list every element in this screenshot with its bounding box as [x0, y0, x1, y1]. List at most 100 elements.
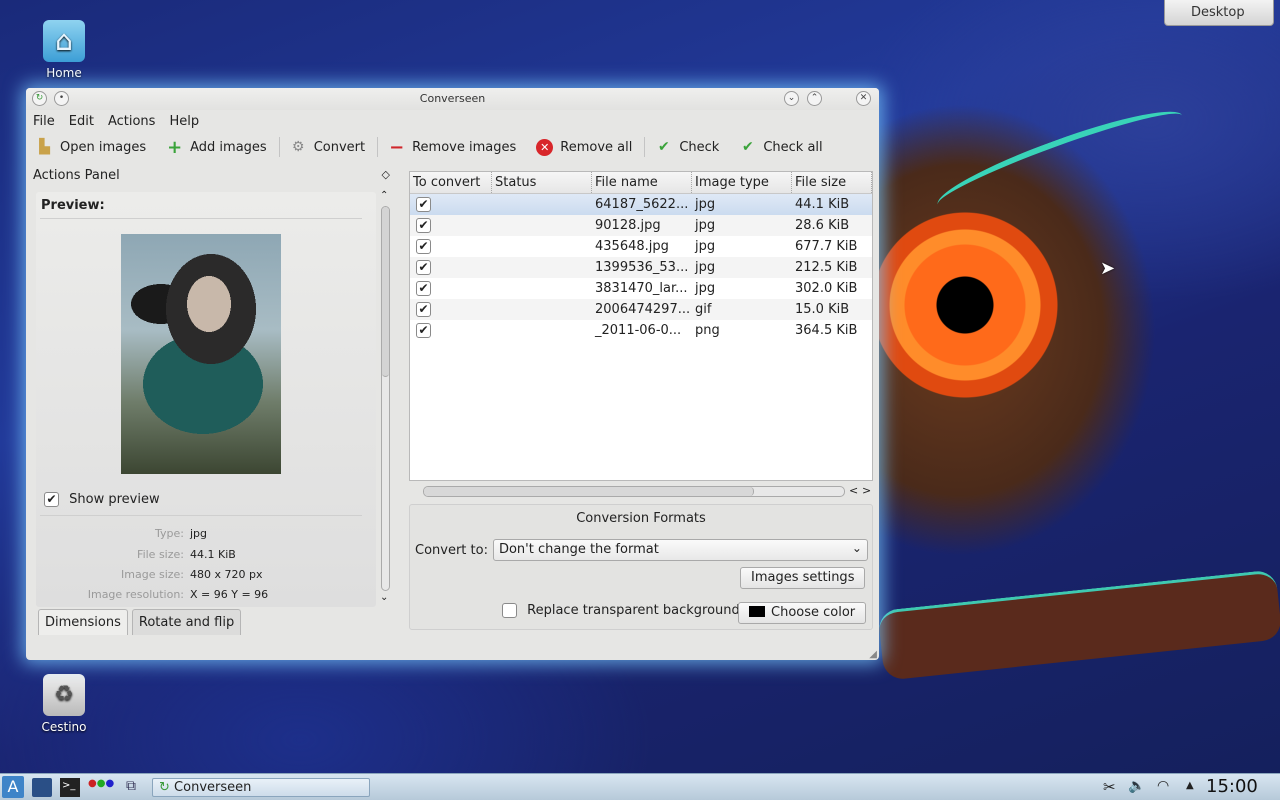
col-status[interactable]: Status — [492, 172, 592, 193]
col-to-convert[interactable]: To convert — [410, 172, 492, 193]
remove-images-button[interactable]: − Remove images — [388, 136, 517, 158]
show-preview-label: Show preview — [69, 492, 160, 507]
row-checkbox[interactable]: ✔ — [416, 218, 431, 233]
col-image-type[interactable]: Image type — [692, 172, 792, 193]
row-checkbox[interactable]: ✔ — [416, 323, 431, 338]
conversion-formats-title: Conversion Formats — [576, 511, 706, 526]
desktop-toolbox-button[interactable]: Desktop — [1164, 0, 1274, 26]
toolbar-separator — [377, 137, 379, 157]
row-checkbox[interactable]: ✔ — [416, 281, 431, 296]
app-launcher-icon[interactable]: A — [2, 776, 24, 798]
preview-label: Preview: — [41, 198, 105, 213]
convert-to-select[interactable]: Don't change the format ⌄ — [492, 539, 868, 561]
row-file-size: 364.5 KiB — [795, 323, 858, 338]
row-checkbox[interactable]: ✔ — [416, 260, 431, 275]
col-file-size[interactable]: File size — [792, 172, 872, 193]
taskbar-task-converseen[interactable]: ↻ Converseen — [152, 778, 370, 797]
table-row[interactable]: ✔ 435648.jpg jpg 677.7 KiB — [410, 236, 872, 257]
pager-icon[interactable]: ●●● — [88, 778, 114, 797]
menu-edit[interactable]: Edit — [69, 114, 94, 129]
converseen-window: ↻ • Converseen ⌄ ⌃ ✕ File Edit Actions H… — [26, 88, 879, 660]
choose-color-label: Choose color — [771, 605, 856, 620]
checkmark-icon: ✔ — [657, 138, 670, 155]
convert-button[interactable]: ⚙ Convert — [290, 139, 365, 156]
row-checkbox[interactable]: ✔ — [416, 239, 431, 254]
app-icon: ↻ — [159, 780, 170, 795]
window-titlebar[interactable]: ↻ • Converseen ⌄ ⌃ ✕ — [26, 88, 879, 110]
desktop-icon-trash[interactable]: Cestino — [29, 674, 99, 734]
chevron-down-icon: ⌄ — [851, 541, 862, 555]
panel-float-icon[interactable]: ◇ — [382, 168, 390, 181]
minus-icon: − — [389, 136, 405, 158]
menubar: File Edit Actions Help — [26, 110, 879, 132]
close-icon[interactable]: ✕ — [856, 91, 871, 106]
clock[interactable]: 15:00 — [1206, 776, 1258, 797]
scroll-left-icon[interactable]: < — [849, 484, 858, 497]
table-row[interactable]: ✔ 3831470_lar... jpg 302.0 KiB — [410, 278, 872, 299]
row-checkbox[interactable]: ✔ — [416, 302, 431, 317]
row-image-type: jpg — [695, 197, 716, 212]
file-list: To convert Status File name Image type F… — [409, 171, 873, 481]
minimize-icon[interactable]: ⌄ — [784, 91, 799, 106]
desktop-switch-icon[interactable] — [32, 778, 52, 797]
add-images-button[interactable]: + Add images — [166, 138, 267, 156]
table-row[interactable]: ✔ 64187_5622... jpg 44.1 KiB — [410, 194, 872, 215]
menu-help[interactable]: Help — [169, 114, 199, 129]
panel-scrollbar[interactable]: ⌃ ⌄ — [378, 190, 392, 607]
row-checkbox[interactable]: ✔ — [416, 197, 431, 212]
table-row[interactable]: ✔ 1399536_53... jpg 212.5 KiB — [410, 257, 872, 278]
scroll-up-icon[interactable]: ⌃ — [380, 190, 388, 201]
open-images-button[interactable]: ▙ Open images — [36, 139, 146, 156]
file-list-hscrollbar[interactable]: < > — [409, 484, 873, 498]
scroll-right-icon[interactable]: > — [862, 484, 871, 497]
resize-grip-icon[interactable]: ◢ — [869, 649, 877, 660]
wifi-icon[interactable]: ◠ — [1157, 778, 1169, 797]
row-image-type: gif — [695, 302, 712, 317]
preview-image — [121, 234, 281, 474]
table-row[interactable]: ✔ _2011-06-0... png 364.5 KiB — [410, 320, 872, 341]
row-file-size: 44.1 KiB — [795, 197, 850, 212]
scrollbar-thumb[interactable] — [424, 487, 754, 496]
add-images-label: Add images — [190, 139, 267, 155]
desktop-icon-home[interactable]: Home — [29, 20, 99, 80]
row-image-type: jpg — [695, 239, 716, 254]
row-file-size: 677.7 KiB — [795, 239, 858, 254]
convert-to-row: Convert to: Don't change the format ⌄ — [415, 539, 868, 561]
terminal-icon[interactable]: >_ — [60, 778, 80, 797]
images-settings-button[interactable]: Images settings — [740, 567, 866, 589]
remove-all-button[interactable]: ✕ Remove all — [536, 138, 632, 156]
menu-file[interactable]: File — [33, 114, 55, 129]
tab-dimensions[interactable]: Dimensions — [38, 609, 128, 635]
col-file-name[interactable]: File name — [592, 172, 692, 193]
tab-rotate-flip[interactable]: Rotate and flip — [131, 609, 242, 635]
volume-icon[interactable]: 🔈 — [1128, 778, 1145, 797]
tray-expand-icon[interactable]: ▲ — [1186, 780, 1194, 799]
scrollbar-thumb[interactable] — [382, 207, 389, 377]
replace-background-checkbox[interactable]: Replace transparent background — [502, 603, 740, 618]
table-row[interactable]: ✔ 90128.jpg jpg 28.6 KiB — [410, 215, 872, 236]
choose-color-button[interactable]: Choose color — [738, 602, 867, 624]
checkbox-icon[interactable]: ✔ — [44, 492, 59, 507]
window-list-icon[interactable]: ⧉ — [126, 778, 146, 797]
table-row[interactable]: ✔ 2006474297... gif 15.0 KiB — [410, 299, 872, 320]
scrollbar-track[interactable] — [381, 206, 390, 591]
check-button[interactable]: ✔ Check — [655, 139, 719, 156]
scissors-icon[interactable]: ✂ — [1103, 778, 1116, 797]
row-file-name: 1399536_53... — [595, 260, 689, 275]
scrollbar-track[interactable] — [423, 486, 845, 497]
show-preview-checkbox[interactable]: ✔ Show preview — [44, 492, 160, 507]
remove-images-label: Remove images — [412, 139, 517, 155]
info-key: Type: — [155, 527, 184, 540]
maximize-icon[interactable]: ⌃ — [807, 91, 822, 106]
wallpaper-owl-branch — [877, 569, 1280, 681]
scroll-down-icon[interactable]: ⌄ — [380, 592, 388, 603]
folder-open-icon: ▙ — [39, 138, 50, 155]
checkbox-icon[interactable] — [502, 603, 517, 618]
taskbar: A >_ ●●● ⧉ ↻ Converseen ✂ 🔈 ◠ ▲ 15:00 — [0, 773, 1280, 800]
row-file-name: 3831470_lar... — [595, 281, 688, 296]
row-file-size: 302.0 KiB — [795, 281, 858, 296]
home-folder-icon — [43, 20, 85, 62]
desktop-icon-label: Cestino — [41, 720, 87, 734]
check-all-button[interactable]: ✔ Check all — [739, 139, 823, 156]
menu-actions[interactable]: Actions — [108, 114, 156, 129]
